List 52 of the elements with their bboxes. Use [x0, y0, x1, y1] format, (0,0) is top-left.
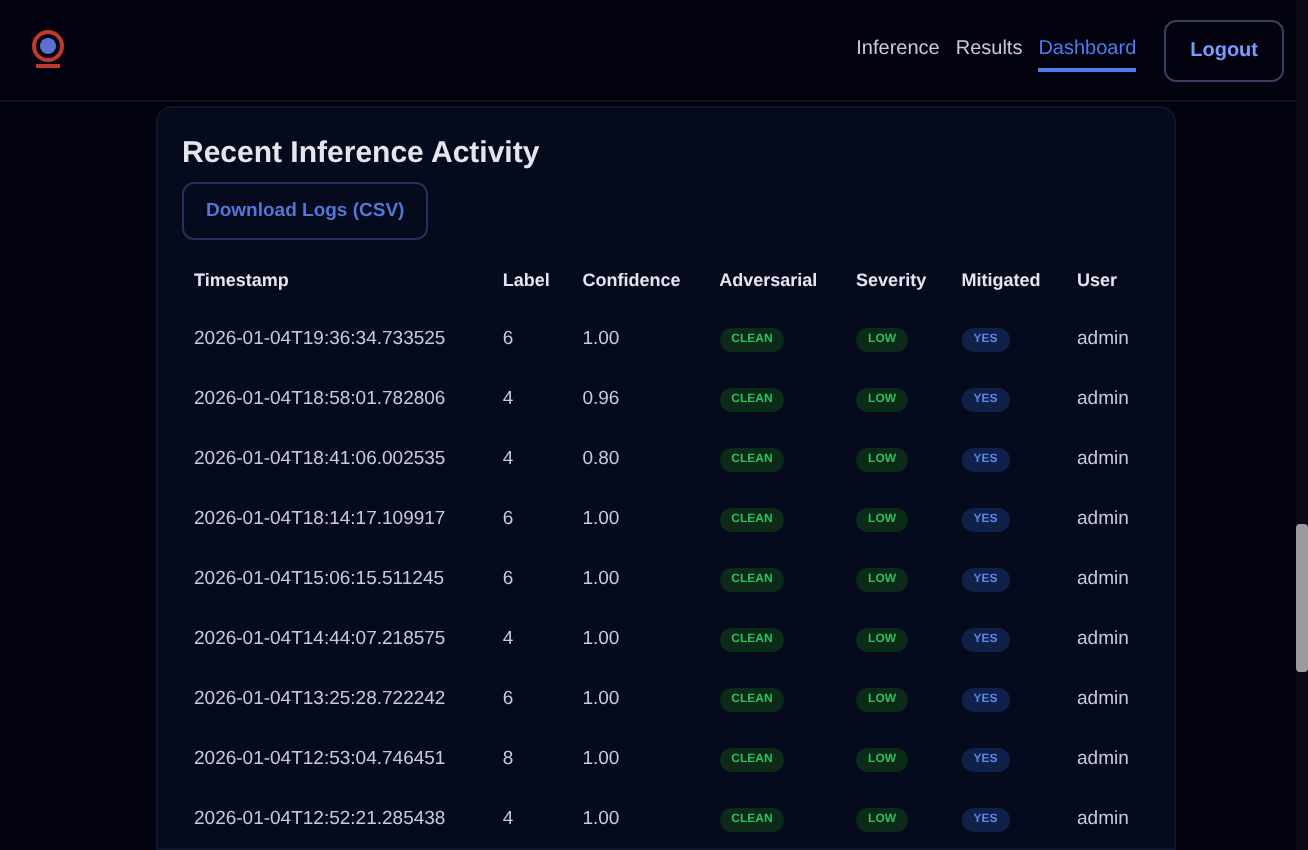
table-cell-text: 2026-01-04T12:52:21.285438 [192, 805, 448, 833]
table-cell-text: 1.00 [580, 745, 622, 773]
table-cell-text: 4 [500, 445, 516, 473]
table-cell-text: 4 [500, 625, 516, 653]
table-cell-text: admin [1075, 445, 1131, 473]
column-header: Confidence [580, 268, 683, 294]
table-cell-text: 0.80 [580, 445, 622, 473]
table-cell-text: 1.00 [580, 505, 622, 533]
table-cell-text: 2026-01-04T15:06:15.511245 [192, 565, 447, 593]
nav-link[interactable]: Results [955, 29, 1023, 71]
table-cell-text: admin [1075, 805, 1131, 833]
table-cell-text: admin [1075, 565, 1131, 593]
table-cell-text: 4 [500, 385, 516, 413]
table-cell-text: 2026-01-04T12:53:04.746451 [192, 745, 448, 773]
table-cell-text: 4 [500, 805, 516, 833]
table-cell-text: 2026-01-04T18:41:06.002535 [192, 445, 448, 473]
table-cell-text: admin [1075, 505, 1131, 533]
column-header: Timestamp [192, 268, 291, 294]
table-cell-text: admin [1075, 625, 1131, 653]
table-cell-text: admin [1075, 685, 1131, 713]
table-cell-text: 2026-01-04T18:14:17.109917 [192, 505, 448, 533]
table-cell-text: 8 [500, 745, 516, 773]
table-cell-text: 6 [500, 685, 516, 713]
table-cell-text: 1.00 [580, 565, 622, 593]
table-cell-text: 1.00 [580, 625, 622, 653]
nav-link[interactable]: Dashboard [1038, 29, 1137, 71]
column-header: Mitigated [959, 268, 1043, 294]
table-cell-text: 6 [500, 505, 516, 533]
column-header: Adversarial [717, 268, 820, 294]
logout-button[interactable]: Logout [1164, 19, 1284, 81]
table-cell-text: admin [1075, 745, 1131, 773]
table-cell-text: 2026-01-04T18:58:01.782806 [192, 385, 448, 413]
scrollbar-thumb[interactable] [1296, 524, 1308, 672]
download-button[interactable]: Download Logs (CSV) [182, 182, 429, 240]
table-cell-text: 1.00 [580, 685, 622, 713]
table-cell-text: 6 [500, 565, 516, 593]
table-cell-text: admin [1075, 325, 1131, 353]
table-cell-text: 2026-01-04T13:25:28.722242 [192, 685, 448, 713]
table-cell-text: admin [1075, 385, 1131, 413]
table-cell-text: 1.00 [580, 325, 622, 353]
column-header: Severity [854, 268, 929, 294]
card-title: Recent Inference Activity [182, 136, 542, 170]
table-cell-text: 6 [500, 325, 516, 353]
scrollbar[interactable] [1296, 0, 1308, 850]
logo-icon [28, 28, 68, 72]
column-header: User [1075, 268, 1120, 294]
table-cell-text: 2026-01-04T14:44:07.218575 [192, 625, 448, 653]
table-cell-text: 1.00 [580, 805, 622, 833]
table-cell-text: 0.96 [580, 385, 622, 413]
nav-link[interactable]: Inference [856, 29, 940, 71]
table-cell-text: 2026-01-04T19:36:34.733525 [192, 325, 448, 353]
column-header: Label [500, 268, 552, 294]
